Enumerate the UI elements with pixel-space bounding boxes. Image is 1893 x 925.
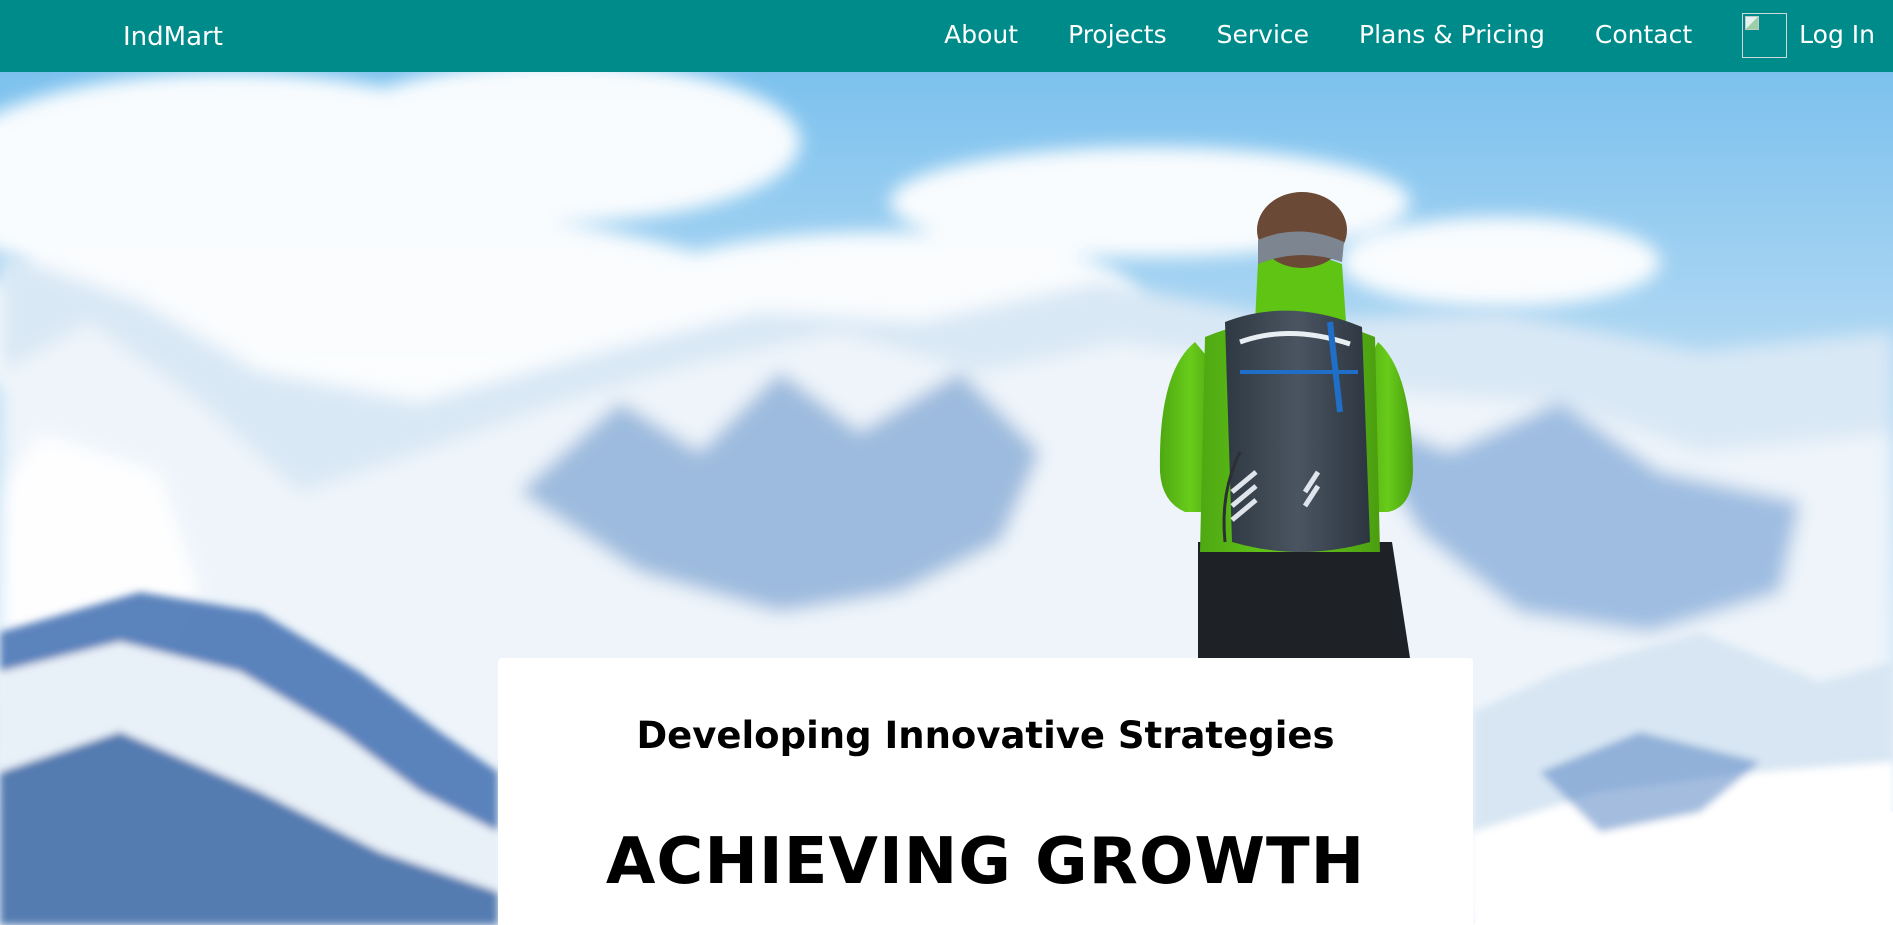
login-label: Log In <box>1799 20 1875 49</box>
hero-card: Developing Innovative Strategies ACHIEVI… <box>498 658 1473 925</box>
brand-logo-link[interactable]: IndMart <box>123 20 223 54</box>
top-navbar: IndMart About Projects Service Plans & P… <box>0 0 1893 72</box>
nav-links: About Projects Service Plans & Pricing C… <box>894 11 1875 59</box>
page: IndMart About Projects Service Plans & P… <box>0 0 1893 925</box>
hero-banner: Developing Innovative Strategies ACHIEVI… <box>0 72 1893 925</box>
broken-image-icon <box>1742 12 1788 58</box>
hero-subtitle: Developing Innovative Strategies <box>636 714 1335 757</box>
nav-link-contact[interactable]: Contact <box>1595 18 1692 52</box>
nav-link-plans-pricing[interactable]: Plans & Pricing <box>1359 18 1545 52</box>
login-button[interactable]: Log In <box>1742 12 1875 58</box>
hero-title: ACHIEVING GROWTH <box>605 825 1366 899</box>
nav-link-projects[interactable]: Projects <box>1068 18 1167 52</box>
nav-link-about[interactable]: About <box>944 18 1018 52</box>
nav-link-service[interactable]: Service <box>1217 18 1309 52</box>
